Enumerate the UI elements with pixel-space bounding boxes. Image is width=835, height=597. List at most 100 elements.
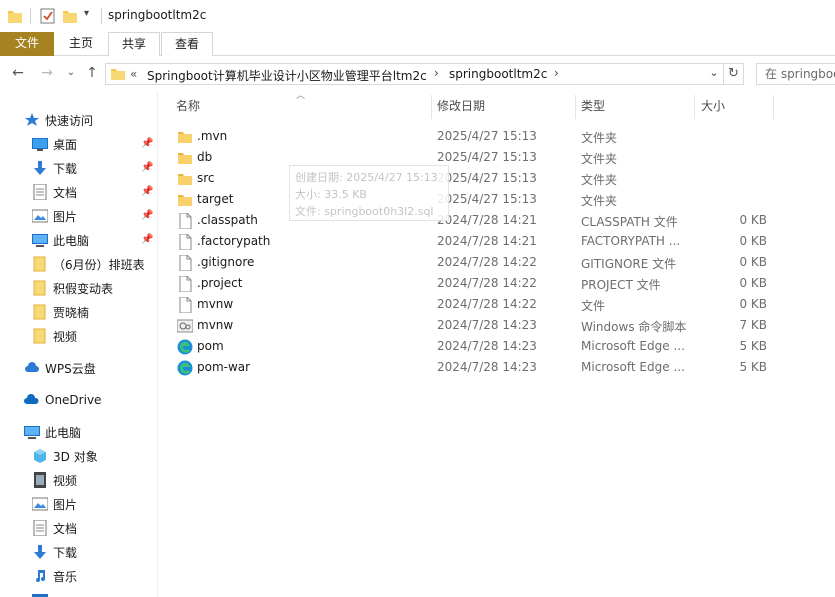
pin-icon[interactable]: 📌 <box>141 138 153 149</box>
folder-icon[interactable] <box>8 8 22 24</box>
column-divider[interactable] <box>694 95 695 119</box>
edge-icon <box>177 360 193 376</box>
recent-locations-chevron-icon[interactable]: ⌄ <box>62 67 80 78</box>
tab-home[interactable]: 主页 <box>55 32 107 56</box>
file-size: 5 KB <box>739 360 767 374</box>
file-row[interactable]: pom 2024/7/28 14:23 Microsoft Edge ... 5… <box>159 336 835 357</box>
sidebar-item-folder[interactable]: （6月份）排班表 <box>32 253 145 275</box>
sidebar-item-this-pc-root[interactable]: 此电脑 <box>24 421 81 443</box>
file-row[interactable]: src 2025/4/27 15:13 文件夹 <box>159 168 835 189</box>
music-icon <box>36 570 45 582</box>
file-size: 5 KB <box>739 339 767 353</box>
file-row[interactable]: mvnw 2024/7/28 14:22 文件 0 KB <box>159 294 835 315</box>
file-icon <box>179 234 192 250</box>
sidebar-item-folder[interactable]: 视频 <box>32 325 77 347</box>
column-header-size[interactable]: 大小 <box>701 97 725 121</box>
video-icon <box>34 472 46 488</box>
sidebar-item-pictures[interactable]: 图片 <box>32 493 77 515</box>
file-row[interactable]: db 2025/4/27 15:13 文件夹 <box>159 147 835 168</box>
sidebar-item-label: 此电脑 <box>53 233 90 248</box>
file-date: 2025/4/27 15:13 <box>437 192 537 206</box>
sidebar-item-3d-objects[interactable]: 3D 对象 <box>32 445 98 467</box>
refresh-icon[interactable]: ↻ <box>724 63 744 85</box>
column-divider[interactable] <box>773 95 774 119</box>
customize-toolbar-dropdown-icon[interactable]: ▾ <box>84 8 89 19</box>
file-row[interactable]: target 2025/4/27 15:13 文件夹 <box>159 189 835 210</box>
back-arrow-icon[interactable]: ← <box>9 65 27 81</box>
tooltip-size: 大小: 33.5 KB <box>295 188 367 201</box>
properties-checkmark-icon[interactable] <box>40 8 56 24</box>
pin-icon[interactable]: 📌 <box>141 186 153 197</box>
column-header-type[interactable]: 类型 <box>581 97 605 121</box>
file-row[interactable]: .mvn 2025/4/27 15:13 文件夹 <box>159 126 835 147</box>
file-row[interactable]: .gitignore 2024/7/28 14:22 GITIGNORE 文件 … <box>159 252 835 273</box>
folder-icon <box>33 256 46 272</box>
address-dropdown-icon[interactable]: ⌄ <box>707 66 721 79</box>
breadcrumb-segment-parent[interactable]: Springboot计算机毕业设计小区物业管理平台ltm2c <box>147 67 427 84</box>
sidebar-item-label: 贾晓楠 <box>53 305 90 320</box>
sidebar-item-documents[interactable]: 文档 <box>32 181 77 203</box>
pin-icon[interactable]: 📌 <box>141 162 153 173</box>
file-date: 2024/7/28 14:21 <box>437 234 537 248</box>
tab-file[interactable]: 文件 <box>0 32 54 56</box>
column-header-date[interactable]: 修改日期 <box>437 97 485 121</box>
sidebar-item-folder[interactable]: 积假变动表 <box>32 277 113 299</box>
file-row[interactable]: pom-war 2024/7/28 14:23 Microsoft Edge .… <box>159 357 835 378</box>
pin-icon[interactable]: 📌 <box>141 210 153 221</box>
computer-icon <box>32 234 48 247</box>
sidebar-item-label: （6月份）排班表 <box>53 257 145 272</box>
sidebar-item-quick-access[interactable]: 快速访问 <box>24 109 93 131</box>
forward-arrow-icon[interactable]: → <box>38 65 56 81</box>
file-row[interactable]: .factorypath 2024/7/28 14:21 FACTORYPATH… <box>159 231 835 252</box>
sidebar-item-folder[interactable]: 贾晓楠 <box>32 301 89 323</box>
picture-icon <box>32 209 48 223</box>
sidebar-item-desktop[interactable]: 桌面 <box>32 133 77 155</box>
navigation-bar: ← → ⌄ ↑ « Springboot计算机毕业设计小区物业管理平台ltm2c… <box>0 57 835 91</box>
sidebar-item-wps-cloud[interactable]: WPS云盘 <box>24 357 96 379</box>
breadcrumb-chevron-icon[interactable]: › <box>434 66 439 80</box>
sidebar-item-label: OneDrive <box>45 393 102 407</box>
new-folder-icon[interactable] <box>63 8 77 24</box>
3d-objects-icon <box>34 449 46 463</box>
folder-icon <box>33 328 46 344</box>
file-icon <box>179 297 192 313</box>
column-divider[interactable] <box>431 95 432 119</box>
onedrive-icon <box>24 394 39 404</box>
folder-icon <box>178 132 192 143</box>
file-row[interactable]: mvnw 2024/7/28 14:23 Windows 命令脚本 7 KB <box>159 315 835 336</box>
tab-view[interactable]: 查看 <box>161 32 213 56</box>
address-bar[interactable]: « Springboot计算机毕业设计小区物业管理平台ltm2c › sprin… <box>105 63 724 85</box>
window-title: springbootltm2c <box>108 8 207 22</box>
sidebar-item-documents[interactable]: 文档 <box>32 517 77 539</box>
file-date: 2025/4/27 15:13 <box>437 150 537 164</box>
sidebar-item-videos[interactable]: 视频 <box>32 469 77 491</box>
sidebar-item-downloads[interactable]: 下载 <box>32 541 77 563</box>
search-input[interactable]: 在 springboo <box>756 63 835 85</box>
sidebar-item-downloads[interactable]: 下载 <box>32 157 77 179</box>
file-type: CLASSPATH 文件 <box>581 215 678 229</box>
column-divider[interactable] <box>575 95 576 119</box>
sidebar-item-pictures[interactable]: 图片 <box>32 205 77 227</box>
breadcrumb-segment-current[interactable]: springbootltm2c <box>449 67 547 81</box>
file-row[interactable]: .classpath 2024/7/28 14:21 CLASSPATH 文件 … <box>159 210 835 231</box>
title-bar: ▾ springbootltm2c <box>0 0 835 32</box>
breadcrumb-chevron-icon[interactable]: › <box>554 66 559 80</box>
file-type: 文件夹 <box>581 194 618 208</box>
pin-icon[interactable]: 📌 <box>141 234 153 245</box>
breadcrumb-overflow[interactable]: « <box>130 67 137 81</box>
file-date: 2024/7/28 14:23 <box>437 318 537 332</box>
file-type: GITIGNORE 文件 <box>581 257 677 271</box>
up-arrow-icon[interactable]: ↑ <box>83 65 101 81</box>
sidebar-item-this-pc[interactable]: 此电脑 <box>32 229 89 251</box>
file-date: 2024/7/28 14:23 <box>437 360 537 374</box>
file-date: 2025/4/27 15:13 <box>437 171 537 185</box>
sidebar-item-label: WPS云盘 <box>45 361 96 376</box>
sidebar-item-label: 下载 <box>53 545 78 560</box>
sidebar-item-desktop[interactable] <box>32 589 53 597</box>
column-header-name[interactable]: 名称 <box>176 97 200 121</box>
sidebar-item-label: 音乐 <box>53 569 78 584</box>
sidebar-item-music[interactable]: 音乐 <box>32 565 77 587</box>
tab-share[interactable]: 共享 <box>108 32 160 56</box>
file-row[interactable]: .project 2024/7/28 14:22 PROJECT 文件 0 KB <box>159 273 835 294</box>
sidebar-item-onedrive[interactable]: OneDrive <box>24 389 101 411</box>
